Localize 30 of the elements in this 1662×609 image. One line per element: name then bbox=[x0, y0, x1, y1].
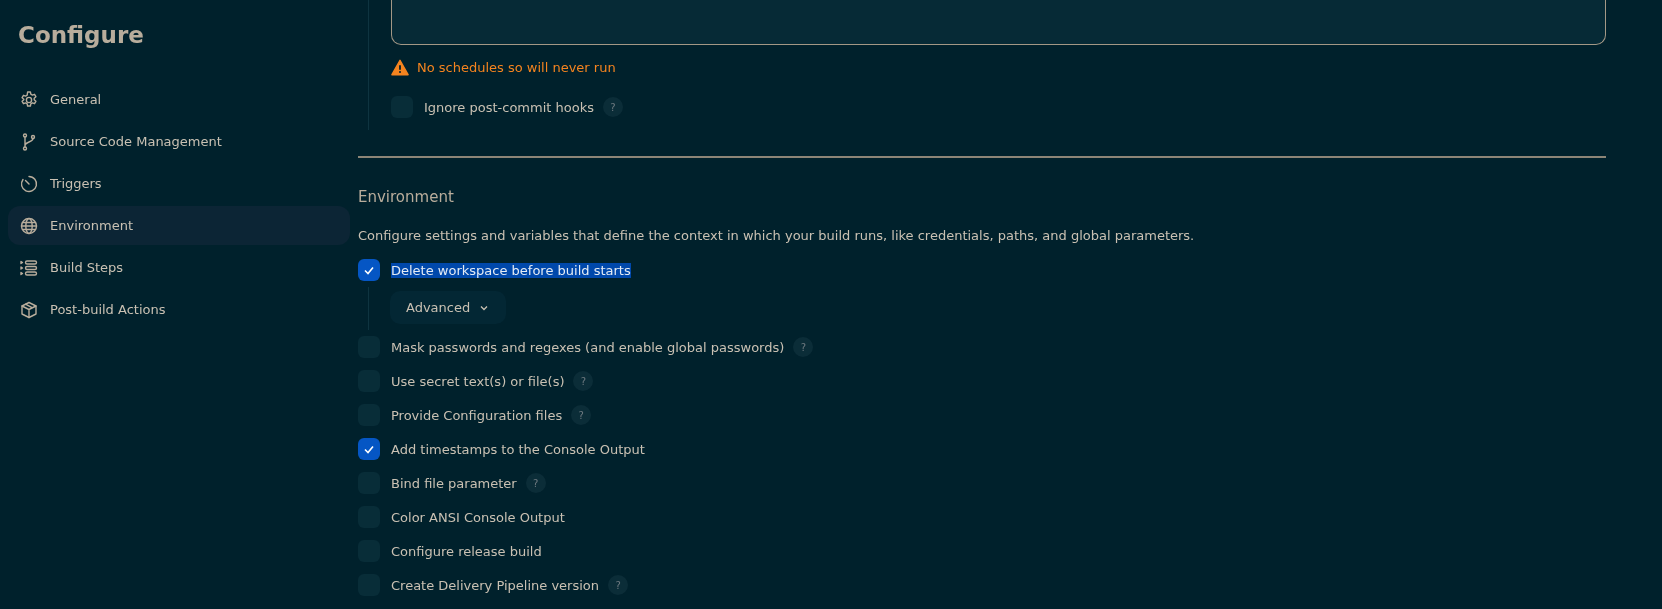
globe-icon bbox=[19, 215, 39, 236]
section-description: Configure settings and variables that define the context in which your build runs, like credentials, paths, and global parameters. bbox=[358, 228, 1196, 243]
option-label: Configure release build bbox=[391, 543, 542, 559]
sidebar-item[interactable]: Source Code Management bbox=[8, 122, 350, 161]
checkbox[interactable] bbox=[358, 438, 380, 460]
sidebar-item[interactable]: Environment bbox=[8, 206, 350, 245]
page-title: Configure bbox=[18, 22, 145, 48]
warning-icon bbox=[391, 59, 409, 76]
section-heading: Environment bbox=[358, 188, 455, 206]
option-label: Provide Configuration files bbox=[391, 407, 563, 423]
option-label: Add timestamps to the Console Output bbox=[391, 441, 645, 457]
option-label: Ignore post-commit hooks bbox=[424, 99, 594, 115]
sidebar-item[interactable]: Build Steps bbox=[8, 248, 350, 287]
option-label: Delete workspace before build starts bbox=[391, 262, 631, 278]
sidebar-item[interactable]: General bbox=[8, 80, 350, 119]
gear-icon bbox=[19, 89, 39, 110]
timer-icon bbox=[19, 173, 39, 194]
package-icon bbox=[19, 299, 39, 320]
option-label: Color ANSI Console Output bbox=[391, 509, 565, 525]
advanced-button[interactable]: Advanced bbox=[390, 291, 507, 324]
sidebar-item[interactable]: Triggers bbox=[8, 164, 350, 203]
list-icon bbox=[19, 257, 39, 278]
option-label: Mask passwords and regexes (and enable global passwords) bbox=[391, 339, 785, 355]
sidebar-item[interactable]: Post-build Actions bbox=[8, 290, 350, 329]
option-label: Create Delivery Pipeline version bbox=[391, 577, 600, 593]
warning-text: No schedules so will never run bbox=[417, 60, 616, 75]
schedule-field[interactable] bbox=[391, 0, 1606, 45]
option-label: Use secret text(s) or file(s) bbox=[391, 373, 565, 389]
option-label: Bind file parameter bbox=[391, 475, 517, 491]
checkbox[interactable] bbox=[358, 259, 380, 281]
